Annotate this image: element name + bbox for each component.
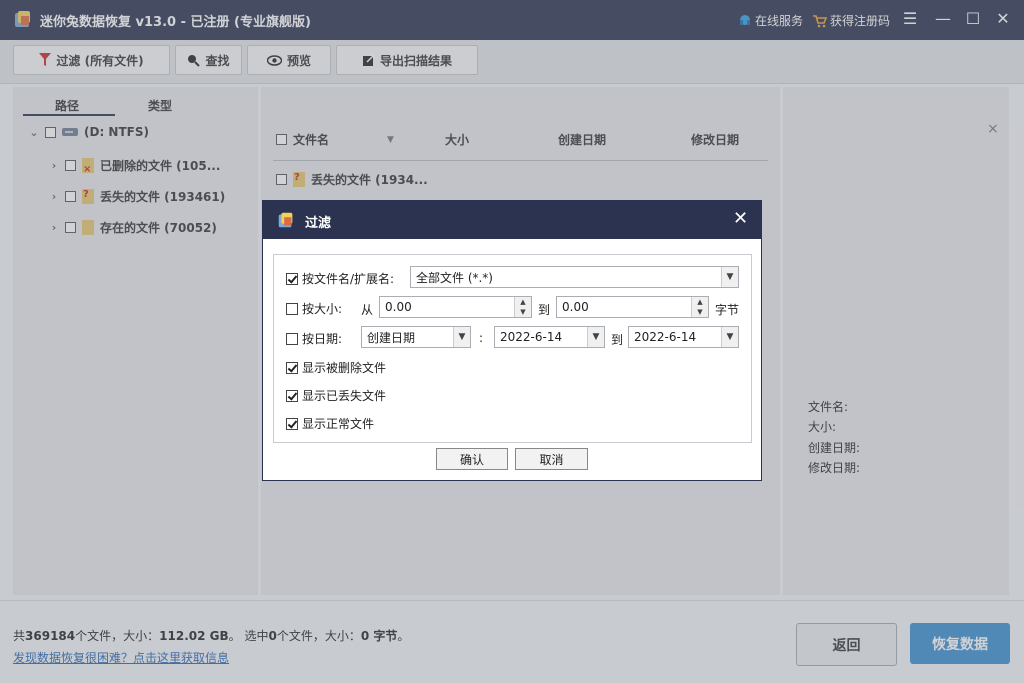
- file-type-value: 全部文件 (*.*): [416, 270, 493, 285]
- date-type-select[interactable]: 创建日期 ▼: [361, 326, 471, 348]
- filter-by-size-label: 按大小:: [302, 302, 343, 316]
- spin-up-icon[interactable]: ▲: [515, 297, 531, 307]
- show-deleted-label: 显示被删除文件: [302, 361, 387, 375]
- date-type-value: 创建日期: [367, 330, 416, 345]
- filter-by-size-checkbox[interactable]: [286, 302, 298, 315]
- size-to-spinner[interactable]: ▲ ▼: [691, 297, 708, 317]
- show-lost-label: 显示已丢失文件: [302, 389, 387, 403]
- date-from-picker[interactable]: 2022-6-14 ▼: [494, 326, 605, 348]
- size-to-label: 到: [538, 303, 551, 317]
- chevron-down-icon[interactable]: ▼: [721, 267, 738, 287]
- dialog-title: 过滤: [305, 216, 332, 231]
- filter-options-box: 按文件名/扩展名: 全部文件 (*.*) ▼ 按大小: 从 0.00 ▲ ▼ 到 …: [273, 254, 752, 443]
- date-from-value: 2022-6-14: [500, 330, 563, 344]
- show-normal-checkbox[interactable]: [286, 417, 298, 430]
- ok-button[interactable]: 确认: [436, 448, 508, 470]
- date-to-picker[interactable]: 2022-6-14 ▼: [628, 326, 739, 348]
- app-logo-icon: [278, 212, 293, 228]
- filter-by-name-checkbox[interactable]: [286, 272, 298, 285]
- date-to-label: 到: [611, 333, 624, 347]
- chevron-down-icon[interactable]: ▼: [721, 327, 738, 347]
- dialog-header: 过滤 ✕: [263, 201, 761, 239]
- show-lost-checkbox[interactable]: [286, 389, 298, 402]
- spin-down-icon[interactable]: ▼: [692, 307, 708, 317]
- show-normal-row[interactable]: 显示正常文件: [286, 415, 374, 432]
- size-from-spinner[interactable]: ▲ ▼: [514, 297, 531, 317]
- show-deleted-checkbox[interactable]: [286, 361, 298, 374]
- file-type-select[interactable]: 全部文件 (*.*) ▼: [410, 266, 739, 288]
- chevron-down-icon[interactable]: ▼: [453, 327, 470, 347]
- size-from-label: 从: [361, 303, 374, 317]
- filter-by-date-row[interactable]: 按日期:: [286, 330, 342, 347]
- size-to-value: 0.00: [562, 300, 589, 314]
- show-lost-row[interactable]: 显示已丢失文件: [286, 387, 386, 404]
- spin-up-icon[interactable]: ▲: [692, 297, 708, 307]
- size-to-input[interactable]: 0.00 ▲ ▼: [556, 296, 709, 318]
- close-dialog-icon[interactable]: ✕: [733, 208, 748, 229]
- filter-by-name-row[interactable]: 按文件名/扩展名:: [286, 270, 394, 287]
- filter-by-date-label: 按日期:: [302, 332, 343, 346]
- filter-by-size-row[interactable]: 按大小:: [286, 300, 342, 317]
- show-deleted-row[interactable]: 显示被删除文件: [286, 359, 386, 376]
- filter-by-date-checkbox[interactable]: [286, 332, 298, 345]
- size-unit-label: 字节: [715, 303, 740, 317]
- filter-dialog: 过滤 ✕ 按文件名/扩展名: 全部文件 (*.*) ▼ 按大小: 从 0.00 …: [262, 200, 762, 481]
- spin-down-icon[interactable]: ▼: [515, 307, 531, 317]
- date-to-value: 2022-6-14: [634, 330, 697, 344]
- size-from-input[interactable]: 0.00 ▲ ▼: [379, 296, 532, 318]
- size-from-value: 0.00: [385, 300, 412, 314]
- show-normal-label: 显示正常文件: [302, 417, 375, 431]
- date-colon: :: [479, 331, 484, 345]
- filter-by-name-label: 按文件名/扩展名:: [302, 272, 395, 286]
- chevron-down-icon[interactable]: ▼: [587, 327, 604, 347]
- cancel-button[interactable]: 取消: [515, 448, 588, 470]
